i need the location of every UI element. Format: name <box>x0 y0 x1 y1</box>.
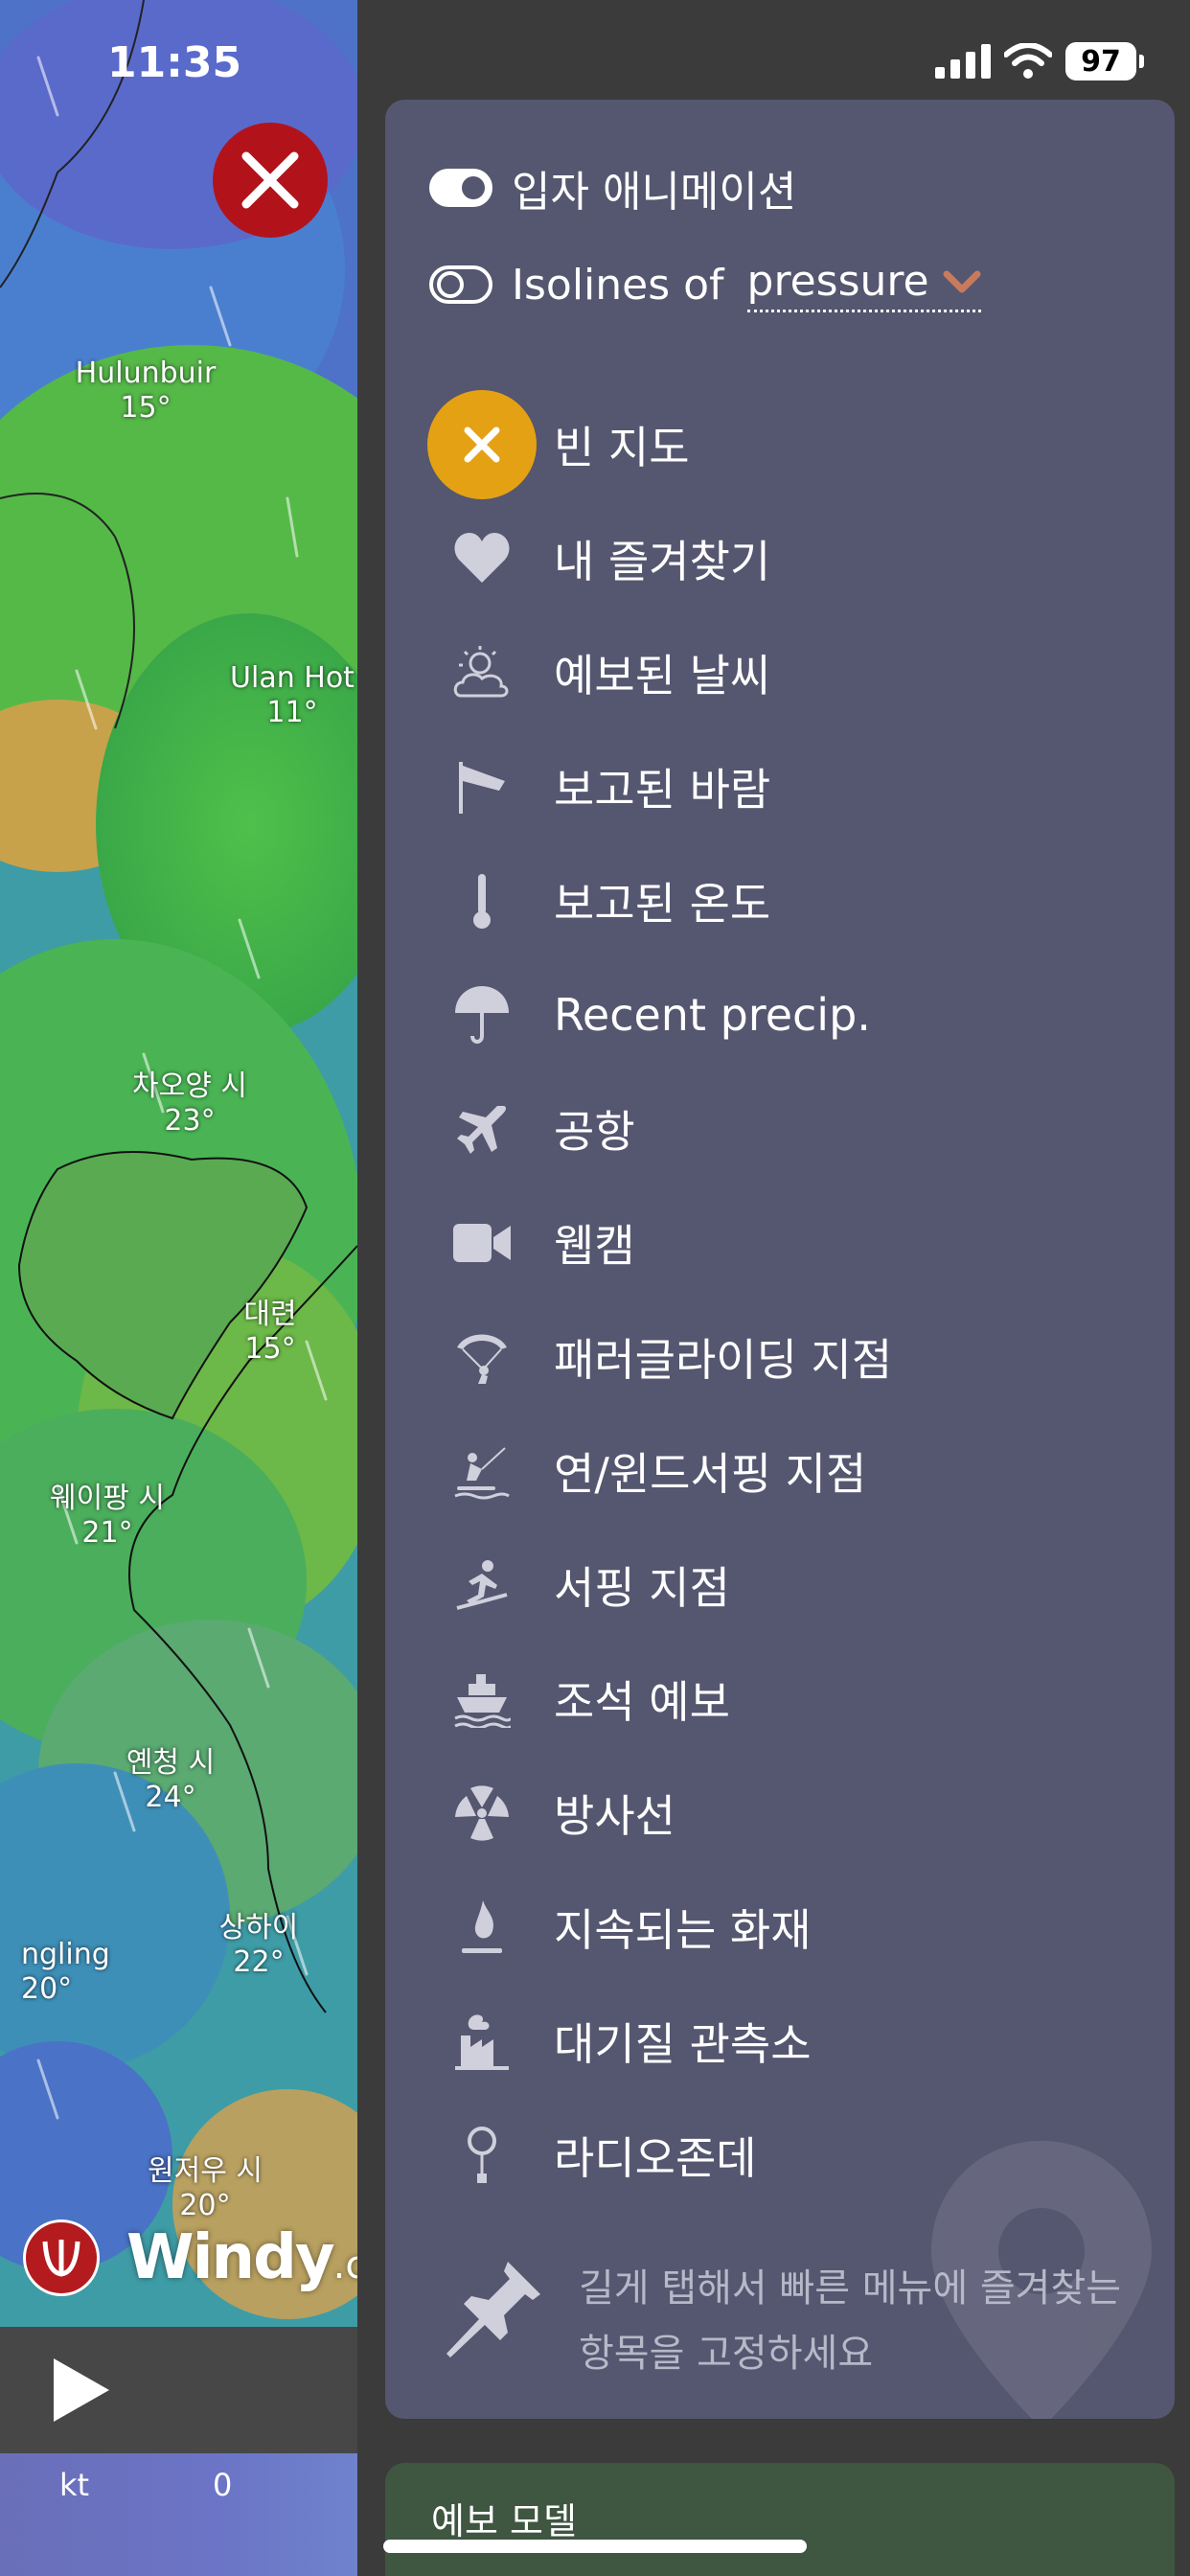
menu-item-paragliding-spots[interactable]: 패러글라이딩 지점 <box>385 1300 1175 1414</box>
menu-item-active-fires[interactable]: 지속되는 화재 <box>385 1870 1175 1984</box>
pushpin-icon <box>446 2262 540 2358</box>
windy-logo: Windy.com <box>23 2220 357 2296</box>
heart-icon <box>446 523 517 594</box>
menu-item-tide-forecast[interactable]: 조석 예보 <box>385 1642 1175 1756</box>
factory-icon <box>446 2006 517 2077</box>
fire-icon <box>446 1892 517 1963</box>
windsock-icon <box>446 751 517 822</box>
city-label[interactable]: 원저우 시 20° <box>148 2154 263 2223</box>
play-icon[interactable] <box>50 2355 113 2426</box>
menu-item-webcams[interactable]: 웹캠 <box>385 1185 1175 1300</box>
wifi-icon <box>1004 43 1052 79</box>
battery-indicator: 97 <box>1065 42 1144 80</box>
map-view[interactable]: Hulunbuir 15° Ulan Hot 11° 차오양 시 23° 대련 15° … <box>0 0 357 2327</box>
menu-item-forecast-weather[interactable]: 예보된 날씨 <box>385 615 1175 729</box>
forecast-model-bar[interactable]: 예보 모델 <box>385 2463 1175 2576</box>
city-label[interactable]: 차오양 시 23° <box>132 1070 247 1138</box>
timeline-player <box>0 2327 357 2453</box>
menu-item-reported-temperature[interactable]: 보고된 온도 <box>385 843 1175 957</box>
layers-menu-panel: 입자 애니메이션 Isolines of pressure 빈 지도 내 즐겨찾… <box>385 100 1175 2419</box>
sun-cloud-icon <box>446 637 517 708</box>
home-indicator[interactable] <box>383 2540 807 2553</box>
overlay-menu-list: 빈 지도 내 즐겨찾기 예보된 날씨 보고된 바람 보고된 온도 Recent … <box>385 387 1175 2212</box>
airplane-icon <box>446 1093 517 1164</box>
close-icon <box>241 151 299 209</box>
windy-logo-icon <box>23 2220 100 2296</box>
paraglider-icon <box>446 1322 517 1392</box>
menu-item-air-quality-stations[interactable]: 대기질 관측소 <box>385 1984 1175 2098</box>
scale-zero: 0 <box>213 2467 233 2503</box>
menu-item-reported-wind[interactable]: 보고된 바람 <box>385 729 1175 843</box>
video-camera-icon <box>446 1208 517 1278</box>
menu-item-kite-windsurf-spots[interactable]: 연/윈드서핑 지점 <box>385 1414 1175 1528</box>
particle-animation-switch[interactable] <box>429 169 492 207</box>
ship-icon <box>446 1664 517 1735</box>
city-label[interactable]: 옌청 시 24° <box>126 1746 215 1815</box>
menu-item-empty-map[interactable]: 빈 지도 <box>385 387 1175 501</box>
kitesurf-icon <box>446 1436 517 1506</box>
menu-item-radiation[interactable]: 방사선 <box>385 1756 1175 1870</box>
scale-unit: kt <box>59 2467 90 2503</box>
thermometer-icon <box>446 865 517 936</box>
forecast-model-label: 예보 모델 <box>431 2500 577 2542</box>
menu-item-surfing-spots[interactable]: 서핑 지점 <box>385 1528 1175 1642</box>
particle-animation-toggle-row[interactable]: 입자 애니메이션 <box>429 157 796 218</box>
isolines-label: Isolines of <box>512 260 724 310</box>
color-scale[interactable]: kt 0 <box>0 2453 357 2576</box>
status-icons: 97 <box>935 42 1144 80</box>
close-menu-button[interactable] <box>213 123 328 238</box>
status-time: 11:35 <box>107 38 242 87</box>
city-label[interactable]: Ulan Hot 11° <box>230 661 355 730</box>
balloon-icon <box>446 2120 517 2191</box>
city-label[interactable]: ngling 20° <box>21 1938 110 2007</box>
menu-item-airports[interactable]: 공항 <box>385 1071 1175 1185</box>
particle-animation-label: 입자 애니메이션 <box>512 168 797 217</box>
umbrella-icon <box>446 979 517 1050</box>
close-icon <box>427 389 537 499</box>
chevron-down-icon <box>943 270 981 292</box>
isolines-toggle-row[interactable]: Isolines of pressure <box>429 257 981 312</box>
city-label[interactable]: 상하이 22° <box>219 1911 299 1980</box>
isolines-type-dropdown[interactable]: pressure <box>746 257 981 312</box>
city-label[interactable]: Hulunbuir 15° <box>76 356 217 426</box>
pin-hint: 길게 탭해서 빠른 메뉴에 즐겨찾는 항목을 고정하세요 <box>441 2256 1150 2386</box>
cellular-signal-icon <box>935 44 991 79</box>
surfer-icon <box>446 1550 517 1621</box>
city-label[interactable]: 웨이팡 시 21° <box>50 1482 165 1551</box>
menu-item-recent-precip[interactable]: Recent precip. <box>385 957 1175 1071</box>
radiation-icon <box>446 1778 517 1849</box>
menu-item-favorites[interactable]: 내 즐겨찾기 <box>385 501 1175 615</box>
city-label[interactable]: 대련 15° <box>243 1298 296 1367</box>
isolines-switch[interactable] <box>429 265 492 304</box>
windy-logo-text: Windy.com <box>126 2222 357 2293</box>
menu-item-radiosonde[interactable]: 라디오존데 <box>385 2098 1175 2212</box>
